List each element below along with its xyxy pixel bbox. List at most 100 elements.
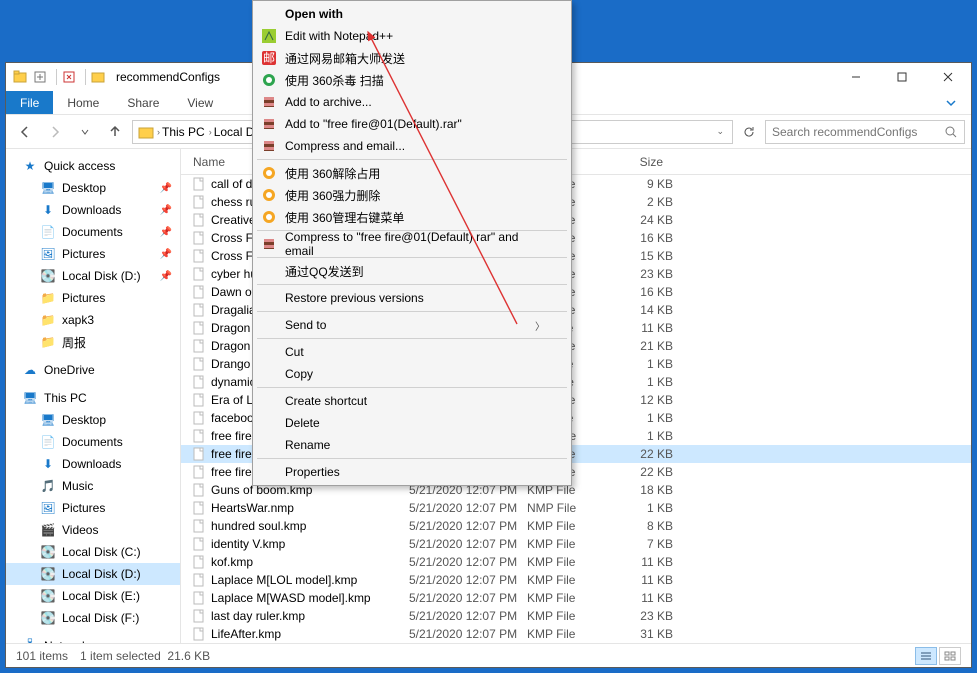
rar-icon xyxy=(261,94,277,110)
menu-item[interactable]: Rename xyxy=(255,434,569,456)
tab-share[interactable]: Share xyxy=(113,91,173,114)
sidebar-this-pc[interactable]: 🖥 This PC xyxy=(6,387,180,409)
menu-item[interactable]: 通过QQ发送到 xyxy=(255,260,569,282)
status-bar: 101 items 1 item selected 21.6 KB xyxy=(6,643,971,667)
search-icon[interactable] xyxy=(944,125,958,139)
svg-text:邮: 邮 xyxy=(263,51,275,65)
sidebar-item[interactable]: 📁xapk3 xyxy=(6,309,180,331)
menu-item[interactable]: Send to〉 xyxy=(255,314,569,336)
file-name: Laplace M[WASD model].kmp xyxy=(211,591,409,605)
sidebar-item[interactable]: ⬇Downloads📌 xyxy=(6,199,180,221)
menu-item[interactable]: Delete xyxy=(255,412,569,434)
menu-item-label: Add to "free fire@01(Default).rar" xyxy=(285,117,462,131)
sidebar-item[interactable]: 📄Documents xyxy=(6,431,180,453)
table-row[interactable]: Laplace M[WASD model].kmp5/21/2020 12:07… xyxy=(181,589,971,607)
sidebar-item[interactable]: 🎬Videos xyxy=(6,519,180,541)
sidebar-item[interactable]: 🖥Desktop📌 xyxy=(6,177,180,199)
menu-item-label: 使用 360杀毒 扫描 xyxy=(285,72,384,89)
menu-item[interactable]: 邮通过网易邮箱大师发送 xyxy=(255,47,569,69)
file-size: 11 KB xyxy=(611,555,685,569)
rar-icon xyxy=(261,116,277,132)
file-name: identity V.kmp xyxy=(211,537,409,551)
sidebar-item-label: Downloads xyxy=(62,203,121,217)
menu-item[interactable]: Edit with Notepad++ xyxy=(255,25,569,47)
menu-item[interactable]: Cut xyxy=(255,341,569,363)
table-row[interactable]: kof.kmp5/21/2020 12:07 PMKMP File11 KB xyxy=(181,553,971,571)
menu-item[interactable]: Copy xyxy=(255,363,569,385)
file-size: 24 KB xyxy=(611,213,685,227)
menu-item[interactable]: Properties xyxy=(255,461,569,483)
sidebar-item[interactable]: 💽Local Disk (C:) xyxy=(6,541,180,563)
nav-back-button[interactable] xyxy=(12,119,38,145)
sidebar-item[interactable]: 💽Local Disk (D:)📌 xyxy=(6,265,180,287)
sidebar-item[interactable]: 📁周报 xyxy=(6,331,180,353)
file-icon xyxy=(191,176,207,192)
file-size: 1 KB xyxy=(611,501,685,515)
menu-item-label: Edit with Notepad++ xyxy=(285,29,393,43)
view-icons-button[interactable] xyxy=(939,647,961,665)
tab-home[interactable]: Home xyxy=(53,91,113,114)
close-button[interactable] xyxy=(925,63,971,91)
file-size: 11 KB xyxy=(611,591,685,605)
menu-item[interactable]: Add to "free fire@01(Default).rar" xyxy=(255,113,569,135)
menu-item[interactable]: 使用 360管理右键菜单 xyxy=(255,206,569,228)
sidebar-item[interactable]: 🖼Pictures xyxy=(6,497,180,519)
sidebar-item[interactable]: 🖼Pictures📌 xyxy=(6,243,180,265)
chevron-right-icon[interactable]: › xyxy=(157,127,160,137)
file-size: 1 KB xyxy=(611,429,685,443)
nav-up-button[interactable] xyxy=(102,119,128,145)
file-icon xyxy=(191,482,207,498)
file-icon xyxy=(191,230,207,246)
sidebar-item[interactable]: 📄Documents📌 xyxy=(6,221,180,243)
file-type: NMP File xyxy=(527,501,611,515)
table-row[interactable]: LifeAfter.kmp5/21/2020 12:07 PMKMP File3… xyxy=(181,625,971,643)
chevron-down-icon[interactable]: ⌄ xyxy=(716,126,724,137)
menu-item[interactable]: Open with xyxy=(255,3,569,25)
maximize-button[interactable] xyxy=(879,63,925,91)
sidebar-item[interactable]: 🎵Music xyxy=(6,475,180,497)
table-row[interactable]: Laplace M[LOL model].kmp5/21/2020 12:07 … xyxy=(181,571,971,589)
table-row[interactable]: last day ruler.kmp5/21/2020 12:07 PMKMP … xyxy=(181,607,971,625)
file-icon xyxy=(191,302,207,318)
file-icon xyxy=(191,590,207,606)
sidebar-item-label: Music xyxy=(62,479,93,493)
sidebar-item[interactable]: 💽Local Disk (F:) xyxy=(6,607,180,629)
file-date: 5/21/2020 12:07 PM xyxy=(409,591,527,605)
table-row[interactable]: hundred soul.kmp5/21/2020 12:07 PMKMP Fi… xyxy=(181,517,971,535)
file-name: HeartsWar.nmp xyxy=(211,501,409,515)
menu-item[interactable]: 使用 360解除占用 xyxy=(255,162,569,184)
breadcrumb-part[interactable]: This PC› xyxy=(162,125,212,139)
nav-recent-button[interactable] xyxy=(72,119,98,145)
menu-item[interactable]: Create shortcut xyxy=(255,390,569,412)
sidebar-item[interactable]: 💽Local Disk (D:) xyxy=(6,563,180,585)
sidebar-item[interactable]: 🖥Desktop xyxy=(6,409,180,431)
menu-item[interactable]: Restore previous versions xyxy=(255,287,569,309)
properties-icon[interactable] xyxy=(61,69,77,85)
ribbon-expand-icon[interactable] xyxy=(931,91,971,114)
menu-item-label: Open with xyxy=(285,7,343,21)
refresh-button[interactable] xyxy=(737,125,761,139)
nav-forward-button[interactable] xyxy=(42,119,68,145)
menu-item[interactable]: 使用 360强力删除 xyxy=(255,184,569,206)
search-box[interactable] xyxy=(765,120,965,144)
sidebar-onedrive[interactable]: ☁ OneDrive xyxy=(6,359,180,381)
tab-file[interactable]: File xyxy=(6,91,53,114)
table-row[interactable]: HeartsWar.nmp5/21/2020 12:07 PMNMP File1… xyxy=(181,499,971,517)
tab-view[interactable]: View xyxy=(173,91,227,114)
search-input[interactable] xyxy=(772,125,944,139)
view-details-button[interactable] xyxy=(915,647,937,665)
qa-menu-icon[interactable] xyxy=(32,69,48,85)
minimize-button[interactable] xyxy=(833,63,879,91)
menu-item[interactable]: Compress and email... xyxy=(255,135,569,157)
sidebar-item[interactable]: 📁Pictures xyxy=(6,287,180,309)
column-size[interactable]: Size xyxy=(601,155,675,169)
menu-item[interactable]: Add to archive... xyxy=(255,91,569,113)
sidebar-quick-access[interactable]: ★ Quick access xyxy=(6,155,180,177)
menu-item[interactable]: Compress to "free fire@01(Default).rar" … xyxy=(255,233,569,255)
file-size: 9 KB xyxy=(611,177,685,191)
menu-item[interactable]: 使用 360杀毒 扫描 xyxy=(255,69,569,91)
sidebar-network[interactable]: 🖧 Network xyxy=(6,635,180,643)
table-row[interactable]: identity V.kmp5/21/2020 12:07 PMKMP File… xyxy=(181,535,971,553)
sidebar-item[interactable]: 💽Local Disk (E:) xyxy=(6,585,180,607)
sidebar-item[interactable]: ⬇Downloads xyxy=(6,453,180,475)
